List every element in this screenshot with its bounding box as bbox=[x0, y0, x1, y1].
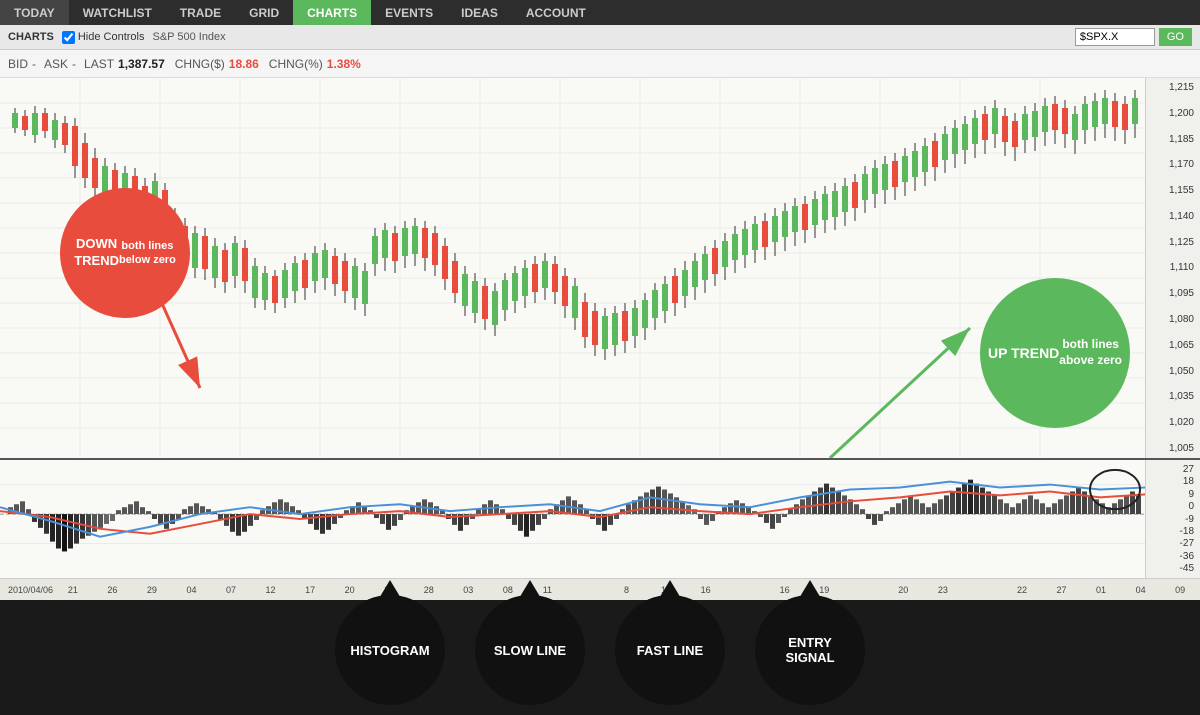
chngpct-value: 1.38% bbox=[327, 57, 361, 71]
date-tick: 20 bbox=[884, 585, 924, 595]
date-tick: 04 bbox=[1121, 585, 1161, 595]
slow-line-label: SLOW LINE bbox=[494, 643, 566, 658]
date-tick: 07 bbox=[211, 585, 251, 595]
hide-controls-label: Hide Controls bbox=[78, 31, 145, 43]
price-tick: 1,170 bbox=[1148, 159, 1198, 170]
osc-tick: -45 bbox=[1148, 563, 1198, 574]
main-chart[interactable]: 1,215 1,200 1,185 1,170 1,155 1,140 1,12… bbox=[0, 78, 1200, 458]
date-tick: 04 bbox=[172, 585, 212, 595]
price-tick: 1,080 bbox=[1148, 314, 1198, 325]
bid-label: BID bbox=[8, 57, 28, 71]
osc-tick: -18 bbox=[1148, 526, 1198, 537]
chngpct-label: CHNG(%) bbox=[269, 57, 323, 71]
osc-tick: 27 bbox=[1148, 464, 1198, 475]
entry-signal-label-bubble: ENTRYSIGNAL bbox=[755, 595, 865, 705]
price-tick: 1,140 bbox=[1148, 211, 1198, 222]
ask-label: ASK bbox=[44, 57, 68, 71]
date-tick: 26 bbox=[93, 585, 133, 595]
chng-value: 18.86 bbox=[229, 57, 259, 71]
oscillator-chart[interactable]: 27 18 9 0 -9 -18 -27 -36 -45 bbox=[0, 458, 1200, 578]
date-tick: 8 bbox=[607, 585, 647, 595]
last-label: LAST bbox=[84, 57, 114, 71]
price-tick: 1,005 bbox=[1148, 443, 1198, 454]
hide-controls-checkbox[interactable] bbox=[62, 31, 75, 44]
fast-line-label: FAST LINE bbox=[637, 643, 703, 658]
last-value: 1,387.57 bbox=[118, 57, 165, 71]
slow-line-label-bubble: SLOW LINE bbox=[475, 595, 585, 705]
price-tick: 1,125 bbox=[1148, 237, 1198, 248]
date-tick: 01 bbox=[1081, 585, 1121, 595]
osc-tick: 0 bbox=[1148, 501, 1198, 512]
osc-tick: 18 bbox=[1148, 476, 1198, 487]
date-tick: 28 bbox=[409, 585, 449, 595]
nav-watchlist[interactable]: WATCHLIST bbox=[69, 0, 166, 25]
symbol-input[interactable] bbox=[1075, 28, 1155, 46]
oscillator-axis: 27 18 9 0 -9 -18 -27 -36 -45 bbox=[1145, 460, 1200, 578]
downtrend-annotation: DOWNTRENDboth linesbelow zero bbox=[60, 188, 190, 318]
charts-toolbar: CHARTS Hide Controls S&P 500 Index GO bbox=[0, 25, 1200, 50]
oscillator-svg bbox=[0, 460, 1145, 578]
charts-section-label: CHARTS bbox=[8, 31, 54, 43]
date-tick: 16 bbox=[686, 585, 726, 595]
date-tick: 21 bbox=[53, 585, 93, 595]
price-tick: 1,110 bbox=[1148, 262, 1198, 273]
date-tick: 27 bbox=[1042, 585, 1082, 595]
entry-signal-label: ENTRYSIGNAL bbox=[785, 635, 834, 665]
nav-grid[interactable]: GRID bbox=[235, 0, 293, 25]
nav-account[interactable]: ACCOUNT bbox=[512, 0, 600, 25]
bottom-labels-section: HISTOGRAM SLOW LINE FAST LINE ENTRYSIGNA… bbox=[0, 600, 1200, 715]
price-tick: 1,095 bbox=[1148, 288, 1198, 299]
nav-trade[interactable]: TRADE bbox=[166, 0, 235, 25]
date-tick: 09 bbox=[1160, 585, 1200, 595]
osc-tick: -27 bbox=[1148, 538, 1198, 549]
go-button[interactable]: GO bbox=[1159, 28, 1192, 46]
price-tick: 1,200 bbox=[1148, 108, 1198, 119]
top-navigation: TODAY WATCHLIST TRADE GRID CHARTS EVENTS… bbox=[0, 0, 1200, 25]
nav-charts[interactable]: CHARTS bbox=[293, 0, 371, 25]
price-tick: 1,185 bbox=[1148, 134, 1198, 145]
osc-tick: 9 bbox=[1148, 489, 1198, 500]
histogram-label-bubble: HISTOGRAM bbox=[335, 595, 445, 705]
price-tick: 1,155 bbox=[1148, 185, 1198, 196]
price-axis: 1,215 1,200 1,185 1,170 1,155 1,140 1,12… bbox=[1145, 78, 1200, 458]
price-bar: BID - ASK - LAST 1,387.57 CHNG($) 18.86 … bbox=[0, 50, 1200, 78]
nav-ideas[interactable]: IDEAS bbox=[447, 0, 512, 25]
symbol-name-label: S&P 500 Index bbox=[152, 31, 1074, 43]
date-tick: 03 bbox=[449, 585, 489, 595]
nav-today[interactable]: TODAY bbox=[0, 0, 69, 25]
chng-label: CHNG($) bbox=[175, 57, 225, 71]
date-tick: 20 bbox=[330, 585, 370, 595]
osc-tick: -36 bbox=[1148, 551, 1198, 562]
price-tick: 1,035 bbox=[1148, 391, 1198, 402]
price-tick: 1,050 bbox=[1148, 366, 1198, 377]
date-tick: 29 bbox=[132, 585, 172, 595]
osc-tick: -9 bbox=[1148, 514, 1198, 525]
hide-controls-toggle[interactable]: Hide Controls bbox=[62, 31, 145, 44]
date-tick: 12 bbox=[251, 585, 291, 595]
date-tick: 22 bbox=[1002, 585, 1042, 595]
uptrend-annotation: UP TRENDboth linesabove zero bbox=[980, 278, 1130, 428]
date-tick: 23 bbox=[923, 585, 963, 595]
price-tick: 1,020 bbox=[1148, 417, 1198, 428]
chart-container: 1,215 1,200 1,185 1,170 1,155 1,140 1,12… bbox=[0, 78, 1200, 600]
date-axis: 2010/04/06 21 26 29 04 07 12 17 20 25 28… bbox=[0, 578, 1200, 600]
histogram-label: HISTOGRAM bbox=[350, 643, 429, 658]
date-tick: 17 bbox=[290, 585, 330, 595]
nav-events[interactable]: EVENTS bbox=[371, 0, 447, 25]
price-tick: 1,215 bbox=[1148, 82, 1198, 93]
price-tick: 1,065 bbox=[1148, 340, 1198, 351]
fast-line-label-bubble: FAST LINE bbox=[615, 595, 725, 705]
date-tick: 2010/04/06 bbox=[8, 585, 53, 595]
